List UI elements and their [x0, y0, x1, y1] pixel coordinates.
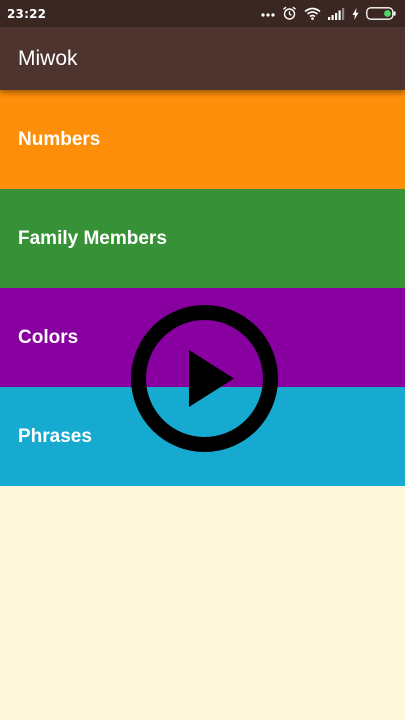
category-numbers[interactable]: Numbers: [0, 90, 405, 189]
category-family-members[interactable]: Family Members: [0, 189, 405, 288]
status-time: 23:22: [7, 6, 47, 21]
battery-icon: [366, 7, 396, 20]
wifi-icon: [304, 7, 321, 20]
status-icons: [261, 6, 396, 21]
play-icon[interactable]: [129, 303, 280, 454]
alarm-icon: [283, 6, 296, 20]
category-label: Phrases: [18, 426, 92, 447]
category-label: Numbers: [18, 129, 101, 150]
app-bar: Miwok: [0, 27, 405, 90]
signal-icon: [328, 7, 345, 20]
charging-icon: [352, 7, 359, 20]
category-label: Family Members: [18, 228, 167, 249]
app-title: Miwok: [18, 47, 78, 70]
category-label: Colors: [18, 327, 79, 348]
status-bar: 23:22: [0, 0, 405, 27]
more-dots-icon: [261, 12, 275, 17]
